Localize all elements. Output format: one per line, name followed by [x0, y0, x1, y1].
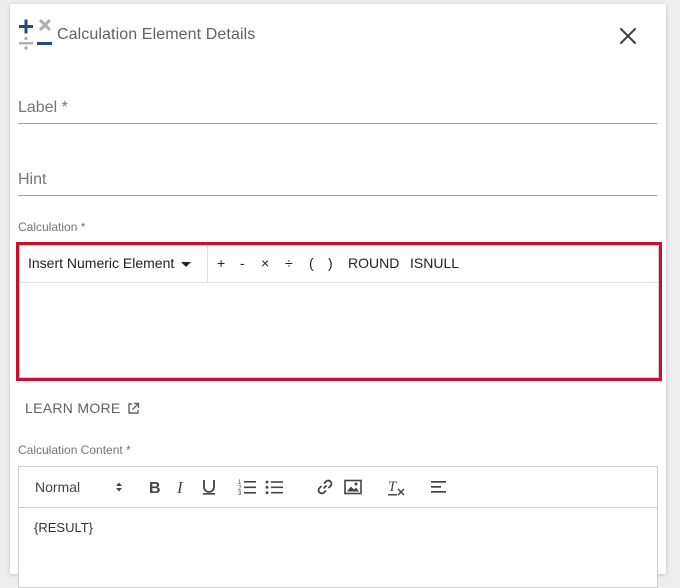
operator-plus-button[interactable]: + — [217, 255, 225, 271]
svg-text:B: B — [149, 480, 161, 497]
calculation-toolbar: Insert Numeric Element + - × ÷ ( ) ROUND… — [20, 246, 658, 283]
open-parenthesis-button[interactable]: ( — [309, 255, 314, 271]
learn-more-link[interactable]: LEARN MORE — [25, 400, 140, 416]
calculation-editor-highlight: Insert Numeric Element + - × ÷ ( ) ROUND… — [16, 242, 662, 381]
format-select-value: Normal — [35, 479, 81, 495]
calculation-content-editor: Normal B I 1 2 3 T {RESULT} — [18, 466, 658, 588]
bold-icon[interactable]: B — [145, 477, 165, 497]
calculation-editor: Insert Numeric Element + - × ÷ ( ) ROUND… — [19, 245, 659, 378]
label-field-underline — [18, 123, 657, 124]
isnull-function-button[interactable]: ISNULL — [410, 255, 459, 271]
insert-numeric-element-label: Insert Numeric Element — [28, 255, 175, 271]
insert-numeric-element-dropdown[interactable]: Insert Numeric Element — [28, 255, 192, 271]
calculation-label: Calculation * — [18, 220, 86, 234]
select-arrows-icon — [116, 482, 122, 492]
operator-divide-button[interactable]: ÷ — [285, 255, 293, 271]
caret-down-icon — [181, 261, 192, 267]
rich-text-toolbar: Normal B I 1 2 3 T — [19, 467, 657, 508]
learn-more-label: LEARN MORE — [25, 400, 121, 416]
image-icon[interactable] — [343, 477, 363, 497]
hint-field-underline — [18, 195, 657, 196]
italic-icon[interactable]: I — [172, 477, 192, 497]
toolbar-divider — [207, 246, 208, 282]
ordered-list-icon[interactable]: 1 2 3 — [237, 477, 257, 497]
calculation-content-text[interactable]: {RESULT} — [34, 520, 93, 535]
underline-icon[interactable] — [199, 477, 219, 497]
hint-field[interactable]: Hint — [18, 171, 46, 189]
round-function-button[interactable]: ROUND — [348, 255, 399, 271]
close-icon[interactable] — [616, 24, 640, 48]
calculator-operators-icon — [18, 18, 54, 54]
external-link-icon — [127, 402, 139, 414]
calculation-input-area[interactable] — [20, 283, 658, 377]
format-select[interactable]: Normal — [35, 479, 123, 495]
svg-text:I: I — [176, 478, 184, 497]
calculation-element-dialog: Calculation Element Details Label * Hint… — [10, 4, 666, 588]
align-left-icon[interactable] — [429, 477, 449, 497]
operator-multiply-button[interactable]: × — [261, 255, 269, 271]
svg-text:3: 3 — [238, 491, 242, 497]
clear-format-icon[interactable]: T — [386, 477, 406, 497]
dialog-header: Calculation Element Details — [10, 4, 666, 64]
close-parenthesis-button[interactable]: ) — [328, 255, 333, 271]
calculation-content-label: Calculation Content * — [18, 443, 131, 457]
operator-minus-button[interactable]: - — [240, 255, 245, 271]
label-field[interactable]: Label * — [18, 99, 68, 117]
dialog-title: Calculation Element Details — [57, 26, 256, 43]
svg-text:T: T — [388, 479, 398, 495]
link-icon[interactable] — [315, 477, 335, 497]
bullet-list-icon[interactable] — [264, 477, 284, 497]
